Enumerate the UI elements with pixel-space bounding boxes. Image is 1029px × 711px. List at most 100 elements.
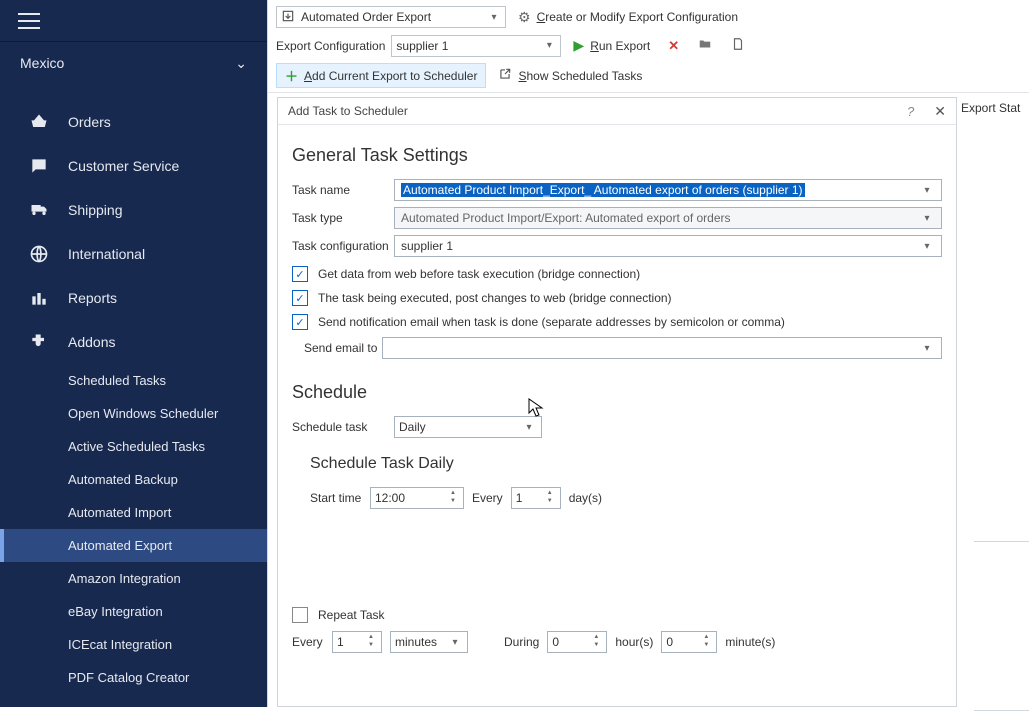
chevron-down-icon: ▾ [521, 422, 537, 433]
schedule-task-daily-heading: Schedule Task Daily [310, 455, 942, 473]
chevron-down-icon: ▾ [487, 12, 501, 23]
spinner-arrows-icon: ▲▼ [700, 634, 712, 650]
repeat-every-spinner[interactable]: 1 ▲▼ [332, 631, 382, 653]
folder-button[interactable] [691, 35, 719, 56]
document-button[interactable] [725, 34, 751, 57]
dialog-title-text: Add Task to Scheduler [288, 104, 408, 118]
sidebar: Mexico ⌄ Orders Customer Service Shippin… [0, 0, 267, 707]
general-settings-heading: General Task Settings [292, 145, 942, 166]
repeat-unit-combo[interactable]: minutes ▾ [390, 631, 468, 653]
sub-automated-import[interactable]: Automated Import [0, 496, 267, 529]
checkbox-repeat-task[interactable]: ✓ [292, 607, 308, 623]
chevron-down-icon: ▾ [919, 185, 935, 196]
export-icon [281, 9, 295, 26]
checkbox-send-email-label: Send notification email when task is don… [318, 315, 785, 329]
dialog-close-button[interactable]: ✕ [934, 103, 946, 120]
during-minutes-spinner[interactable]: 0 ▲▼ [661, 631, 717, 653]
hours-label: hour(s) [615, 635, 653, 649]
sidebar-top [0, 0, 267, 42]
help-icon[interactable]: ? [907, 104, 914, 119]
show-scheduled-tasks-button[interactable]: Show Scheduled Tasks [492, 65, 648, 86]
nav-reports[interactable]: Reports [0, 276, 267, 320]
sub-icecat-integration[interactable]: ICEcat Integration [0, 628, 267, 661]
every-label: Every [472, 491, 503, 505]
days-label: day(s) [569, 491, 602, 505]
chevron-down-icon: ▾ [542, 40, 556, 51]
spinner-arrows-icon: ▲▼ [365, 634, 377, 650]
checkbox-send-email[interactable]: ✓ [292, 314, 308, 330]
every-days-spinner[interactable]: 1 ▲▼ [511, 487, 561, 509]
truck-icon [28, 199, 50, 221]
plus-icon: ＋ [285, 66, 298, 85]
folder-icon [697, 37, 713, 54]
chevron-down-icon: ▾ [919, 213, 935, 224]
task-type-combo: Automated Product Import/Export: Automat… [394, 207, 942, 229]
sub-active-scheduled-tasks[interactable]: Active Scheduled Tasks [0, 430, 267, 463]
open-external-icon [498, 67, 512, 84]
chart-icon [28, 287, 50, 309]
hamburger-menu-icon[interactable] [18, 13, 40, 29]
checkbox-post-changes[interactable]: ✓ [292, 290, 308, 306]
schedule-task-combo[interactable]: Daily ▾ [394, 416, 542, 438]
document-icon [731, 36, 745, 55]
nav-addons[interactable]: Addons [0, 320, 267, 364]
country-selector[interactable]: Mexico ⌄ [0, 42, 267, 84]
sub-open-windows-scheduler[interactable]: Open Windows Scheduler [0, 397, 267, 430]
nav-shipping[interactable]: Shipping [0, 188, 267, 232]
config-label: Export Configuration [276, 39, 385, 53]
task-name-combo[interactable]: Automated Product Import_Export_ Automat… [394, 179, 942, 201]
add-current-export-to-scheduler-button[interactable]: ＋ Add Current Export to Scheduler [276, 63, 486, 88]
nav-orders[interactable]: Orders [0, 100, 267, 144]
spinner-arrows-icon: ▲▼ [590, 634, 602, 650]
start-time-spinner[interactable]: 12:00 ▲▼ [370, 487, 464, 509]
checkbox-get-data-label: Get data from web before task execution … [318, 267, 640, 281]
create-modify-config-button[interactable]: ⚙ Create or Modify Export Configuration [512, 7, 744, 28]
send-email-to-label: Send email to [304, 341, 382, 355]
sub-automated-backup[interactable]: Automated Backup [0, 463, 267, 496]
schedule-task-label: Schedule task [292, 420, 394, 434]
repeat-every-label: Every [292, 635, 324, 649]
sub-amazon-integration[interactable]: Amazon Integration [0, 562, 267, 595]
add-task-dialog: Add Task to Scheduler ? ✕ General Task S… [277, 97, 957, 707]
globe-icon [28, 243, 50, 265]
chat-icon [28, 155, 50, 177]
dialog-body: General Task Settings Task name Automate… [278, 125, 956, 706]
spinner-arrows-icon: ▲▼ [447, 490, 459, 506]
start-time-label: Start time [310, 491, 362, 505]
task-type-label: Task type [292, 211, 394, 225]
sub-scheduled-tasks[interactable]: Scheduled Tasks [0, 364, 267, 397]
export-type-combo[interactable]: Automated Order Export ▾ [276, 6, 506, 28]
export-config-combo[interactable]: supplier 1 ▾ [391, 35, 561, 57]
nav-international[interactable]: International [0, 232, 267, 276]
during-label: During [504, 635, 539, 649]
close-icon: ✕ [668, 38, 679, 54]
right-status-column-header: Export Stat [954, 97, 1029, 124]
repeat-task-label: Repeat Task [318, 608, 385, 622]
sub-automated-export[interactable]: Automated Export [0, 529, 267, 562]
run-export-button[interactable]: ▶ Run Export [567, 35, 656, 56]
checkbox-get-data[interactable]: ✓ [292, 266, 308, 282]
toolbar: Automated Order Export ▾ ⚙ Create or Mod… [268, 0, 1029, 93]
sub-ebay-integration[interactable]: eBay Integration [0, 595, 267, 628]
play-icon: ▶ [573, 37, 584, 54]
right-mid-panel [974, 541, 1029, 711]
chevron-down-icon: ▾ [919, 343, 935, 354]
task-config-label: Task configuration [292, 239, 394, 253]
chevron-down-icon: ⌄ [235, 55, 247, 72]
gear-icon: ⚙ [518, 9, 531, 26]
country-label: Mexico [20, 55, 64, 71]
chevron-down-icon: ▾ [447, 637, 463, 648]
puzzle-icon [28, 331, 50, 353]
during-hours-spinner[interactable]: 0 ▲▼ [547, 631, 607, 653]
sub-pdf-catalog-creator[interactable]: PDF Catalog Creator [0, 661, 267, 694]
task-config-combo[interactable]: supplier 1 ▾ [394, 235, 942, 257]
dialog-titlebar: Add Task to Scheduler ? ✕ [278, 98, 956, 125]
task-name-label: Task name [292, 183, 394, 197]
minutes-label: minute(s) [725, 635, 775, 649]
send-email-to-combo[interactable]: ▾ [382, 337, 942, 359]
nav-customer-service[interactable]: Customer Service [0, 144, 267, 188]
spinner-arrows-icon: ▲▼ [544, 490, 556, 506]
chevron-down-icon: ▾ [919, 241, 935, 252]
basket-icon [28, 111, 50, 133]
close-button[interactable]: ✕ [662, 36, 685, 56]
